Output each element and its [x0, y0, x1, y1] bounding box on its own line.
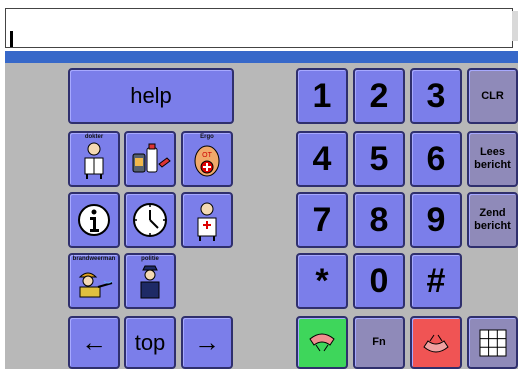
send-message-label: Zend bericht	[474, 207, 511, 232]
key-8[interactable]: 8	[353, 192, 405, 248]
firefighter-caption: brandweerman	[72, 256, 116, 262]
key-9-label: 9	[426, 200, 446, 239]
answer-call-button[interactable]	[296, 316, 348, 369]
key-1[interactable]: 1	[296, 68, 348, 124]
key-9[interactable]: 9	[410, 192, 462, 248]
key-1-label: 1	[312, 76, 332, 115]
clr-label: CLR	[481, 89, 504, 102]
arrow-right-button[interactable]: →	[181, 316, 233, 369]
arrow-left-button[interactable]: ←	[68, 316, 120, 369]
information-icon	[78, 204, 110, 236]
header-bar	[5, 51, 518, 63]
key-3[interactable]: 3	[410, 68, 462, 124]
phone-answer-icon	[309, 333, 335, 351]
information-button[interactable]	[68, 192, 120, 248]
fn-button[interactable]: Fn	[353, 316, 405, 369]
clock-icon	[133, 203, 167, 237]
key-4[interactable]: 4	[296, 131, 348, 187]
key-0[interactable]: 0	[353, 253, 405, 309]
keypad-grid-button[interactable]	[467, 316, 518, 369]
key-6-label: 6	[426, 139, 446, 178]
key-2[interactable]: 2	[353, 68, 405, 124]
firefighter-icon	[78, 272, 113, 298]
medicine-icon	[132, 143, 171, 173]
read-message-label: Lees bericht	[474, 146, 511, 171]
ergo-button[interactable]: Ergo OT	[181, 131, 233, 187]
key-0-label: 0	[369, 261, 389, 300]
doctor-icon	[84, 142, 104, 179]
scrollbar[interactable]	[512, 11, 518, 41]
key-7[interactable]: 7	[296, 192, 348, 248]
key-5-label: 5	[369, 139, 389, 178]
text-cursor	[10, 31, 13, 47]
key-3-label: 3	[426, 76, 446, 115]
svg-text:OT: OT	[202, 152, 212, 159]
aac-phone-screen: help dokter Ergo OT brandweerman politie…	[0, 0, 519, 371]
clock-button[interactable]	[124, 192, 176, 248]
key-8-label: 8	[369, 200, 389, 239]
send-message-button[interactable]: Zend bericht	[467, 192, 518, 248]
top-label: top	[134, 329, 166, 355]
firefighter-button[interactable]: brandweerman	[68, 253, 120, 309]
key-4-label: 4	[312, 139, 332, 178]
nurse-icon	[197, 202, 217, 241]
help-button[interactable]: help	[68, 68, 234, 124]
police-button[interactable]: politie	[124, 253, 176, 309]
key-hash[interactable]: #	[410, 253, 462, 309]
key-star[interactable]: *	[296, 253, 348, 309]
key-7-label: 7	[312, 200, 332, 239]
police-caption: politie	[141, 256, 159, 262]
arrow-left-icon: ←	[81, 327, 107, 357]
key-hash-label: #	[426, 261, 446, 300]
message-input[interactable]	[5, 8, 518, 48]
key-6[interactable]: 6	[410, 131, 462, 187]
arrow-right-icon: →	[194, 327, 220, 357]
key-star-label: *	[315, 261, 329, 300]
key-2-label: 2	[369, 76, 389, 115]
help-label: help	[130, 83, 172, 108]
clr-button[interactable]: CLR	[467, 68, 518, 124]
keypad-grid-icon	[479, 329, 506, 356]
ergo-caption: Ergo	[200, 134, 214, 140]
doctor-button[interactable]: dokter	[68, 131, 120, 187]
hang-up-button[interactable]	[410, 316, 462, 369]
phone-hangup-icon	[423, 334, 449, 352]
key-5[interactable]: 5	[353, 131, 405, 187]
ergo-icon: OT	[194, 145, 220, 177]
doctor-caption: dokter	[84, 134, 104, 140]
nurse-button[interactable]	[181, 192, 233, 248]
keyboard-panel: help dokter Ergo OT brandweerman politie…	[5, 63, 518, 369]
medicine-button[interactable]	[124, 131, 176, 187]
fn-label: Fn	[372, 336, 386, 348]
top-button[interactable]: top	[124, 316, 176, 369]
read-message-button[interactable]: Lees bericht	[467, 131, 518, 187]
police-icon	[140, 265, 160, 299]
